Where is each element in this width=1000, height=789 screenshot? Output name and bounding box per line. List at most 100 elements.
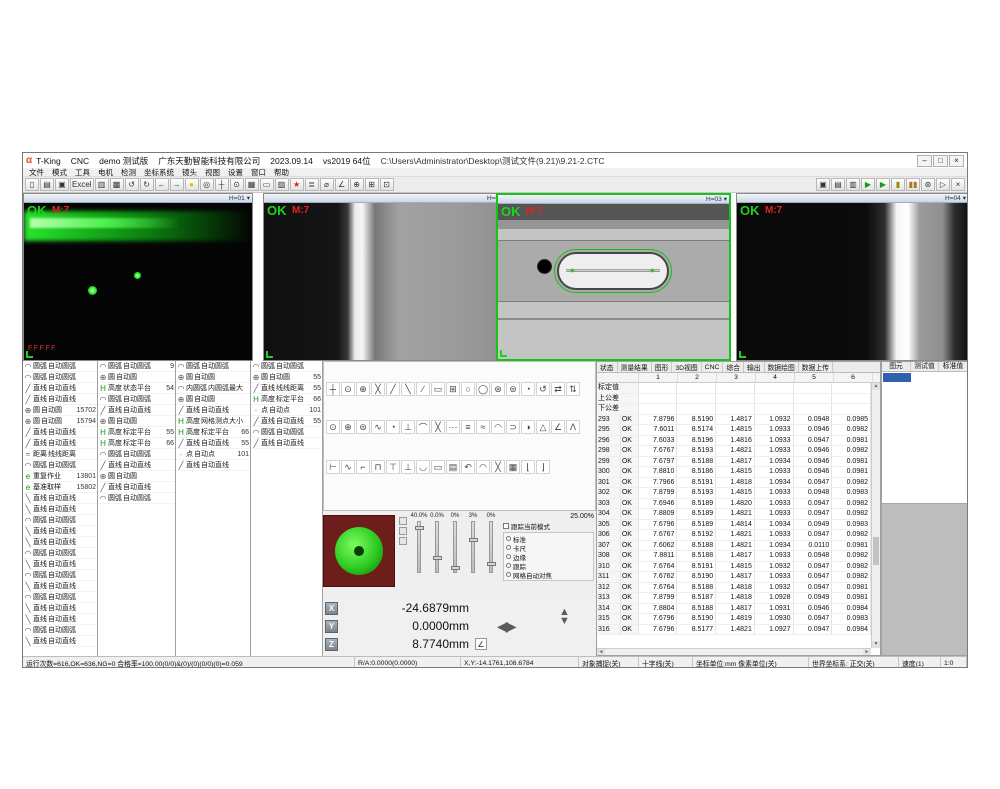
jog-speed-button[interactable] [399,517,407,525]
results-tab[interactable]: 状态 [597,362,618,372]
light-slider[interactable]: 0.0% [431,513,443,598]
list-item[interactable]: ╱ 直线 自动直线 [23,438,97,449]
diameter-icon[interactable]: ⌀ [320,178,334,191]
list-item[interactable]: H 高度 标定平台 66 [176,427,250,438]
crosshair-icon[interactable]: ┼ [215,178,229,191]
camera-menu-icon[interactable]: ▾ [963,194,966,202]
measure-tool-icon[interactable]: ◯ [476,382,490,396]
measure-tool-icon[interactable]: ∠ [551,420,565,434]
list-item[interactable]: ╲ 直线 自动直线 [23,636,97,647]
measure-tool-icon[interactable]: ⊞ [446,382,460,396]
slider-track[interactable] [489,521,493,573]
list-item[interactable]: ◠ 圆弧 自动圆弧 [251,427,322,438]
jog-left-icon[interactable]: ← [155,178,169,191]
construct-tool-icon[interactable]: ↶ [461,460,475,474]
results-tab[interactable]: 输出 [744,362,765,372]
list-item[interactable]: ◠ 圆弧 自动圆弧 9 [98,361,175,372]
menu-item[interactable]: 镜头 [178,167,201,178]
list-item[interactable]: ⊕ 圆 自动圆 [176,394,250,405]
measure-tool-icon[interactable]: ⊜ [356,420,370,434]
close-view-icon[interactable]: × [951,178,965,191]
close-button[interactable]: × [949,155,964,167]
list-item[interactable]: ╲ 直线 自动直线 [23,559,97,570]
menu-item[interactable]: 检测 [117,167,140,178]
table-row[interactable]: 307 OK 7.6062 8.5188 1.4821 1.0934 0.011… [597,541,871,552]
save-program-icon[interactable]: ▣ [816,178,830,191]
checkbox-icon[interactable] [503,523,509,529]
menu-item[interactable]: 模式 [48,167,71,178]
list-item[interactable]: H 高度 标定平台 66 [98,438,175,449]
radio-icon[interactable] [506,572,511,577]
list-item[interactable]: ◠ 圆弧 自动圆弧 [23,625,97,636]
redo-icon[interactable]: ↻ [140,178,154,191]
jog-right-icon[interactable]: → [170,178,184,191]
camera-3-titlebar[interactable]: H=03 ▾ [498,195,729,204]
construct-tool-icon[interactable]: ⊤ [386,460,400,474]
construct-tool-icon[interactable]: ◠ [476,460,490,474]
list-item[interactable]: ╲ 直线 自动直线 [23,504,97,515]
jog-speed-button[interactable] [399,527,407,535]
measure-tool-icon[interactable]: ⌒ [416,420,430,434]
list-item[interactable]: ◠ 圆弧 自动圆弧 [98,449,175,460]
radio-icon[interactable] [506,563,511,568]
axis-label-icon[interactable]: Y [325,620,338,633]
construct-tool-icon[interactable]: ⌐ [356,460,370,474]
list-item[interactable]: ╲ 直线 自动直线 [23,493,97,504]
tolerance-row[interactable]: 下公差 [597,404,871,415]
results-tab[interactable]: 数据上传 [799,362,833,372]
tolerance-row[interactable]: 上公差 [597,394,871,405]
table-row[interactable]: 311 OK 7.6762 8.5190 1.4817 1.0933 0.094… [597,572,871,583]
run-icon[interactable]: ▶ [861,178,875,191]
table-row[interactable]: 295 OK 7.6011 8.5174 1.4815 1.0933 0.094… [597,425,871,436]
slider-thumb[interactable] [415,526,424,530]
construct-tool-icon[interactable]: ▤ [446,460,460,474]
slider-thumb[interactable] [433,556,442,560]
measure-tool-icon[interactable]: ◠ [491,420,505,434]
minimize-button[interactable]: – [917,155,932,167]
table-row[interactable]: 312 OK 7.6764 8.5188 1.4818 1.0932 0.094… [597,583,871,594]
measure-tool-icon[interactable]: ⇄ [551,382,565,396]
menu-item[interactable]: 设置 [224,167,247,178]
maximize-button[interactable]: □ [933,155,948,167]
list-item[interactable]: ╱ 直线 自动直线 55 [176,438,250,449]
list-item[interactable]: ╱ 直线 自动直线 [23,394,97,405]
list-item[interactable]: ╱ 直线 自动直线 [176,405,250,416]
slider-track[interactable] [453,521,457,573]
list-item[interactable]: ⊕ 圆 自动圆 [98,471,175,482]
table-row[interactable]: 305 OK 7.6796 8.5189 1.4814 1.0934 0.094… [597,520,871,531]
step-icon[interactable]: ▮ [891,178,905,191]
list-item[interactable]: ╱ 直线 自动直线 [251,438,322,449]
resize-corner-icon[interactable] [26,351,33,358]
radio-icon[interactable] [506,545,511,550]
measure-tool-icon[interactable]: ┼ [326,382,340,396]
slider-track[interactable] [471,521,475,573]
list-item[interactable]: ⊕ 圆 自动圆 15794 [23,416,97,427]
selected-cell[interactable] [883,373,911,382]
jog-speed-button[interactable] [399,537,407,545]
open-program-icon[interactable]: ▤ [831,178,845,191]
camera-view-1[interactable]: H=01 ▾ OK M:7 FFFFF [23,193,253,361]
scrollbar-thumb[interactable] [873,537,879,565]
list-item[interactable]: ◠ 圆弧 自动圆弧 [23,548,97,559]
list-item[interactable]: H 高度 标定平台 66 [251,394,322,405]
slider-thumb[interactable] [451,566,460,570]
camera-3-image[interactable]: + + OK M:7 [498,204,729,359]
measure-tool-icon[interactable]: ▭ [431,382,445,396]
angle-mode-button[interactable]: ∠ [475,638,487,650]
results-tab[interactable]: 数据绘图 [765,362,799,372]
scroll-up-icon[interactable]: ▲ [872,383,880,390]
table-row[interactable]: 296 OK 7.6033 8.5196 1.4816 1.0933 0.094… [597,436,871,447]
target-icon[interactable]: ⊕ [350,178,364,191]
light-source-icon[interactable]: ● [185,178,199,191]
list-item[interactable]: ◠ 圆弧 自动圆弧 [23,460,97,471]
results-tab[interactable]: 测量结果 [618,362,652,372]
list-item[interactable]: ⊕ 圆 自动圆 55 [251,372,322,383]
excel-export-button[interactable]: Excel [70,178,94,191]
menu-item[interactable]: 窗口 [247,167,270,178]
save-icon[interactable]: ▣ [55,178,69,191]
radio-icon[interactable] [506,536,511,541]
measure-tool-icon[interactable]: ○ [461,382,475,396]
results-tab[interactable]: 图形 [652,362,673,372]
list-item[interactable]: ◠ 圆弧 自动圆弧 [98,394,175,405]
measure-tool-icon[interactable]: ∕ [416,382,430,396]
